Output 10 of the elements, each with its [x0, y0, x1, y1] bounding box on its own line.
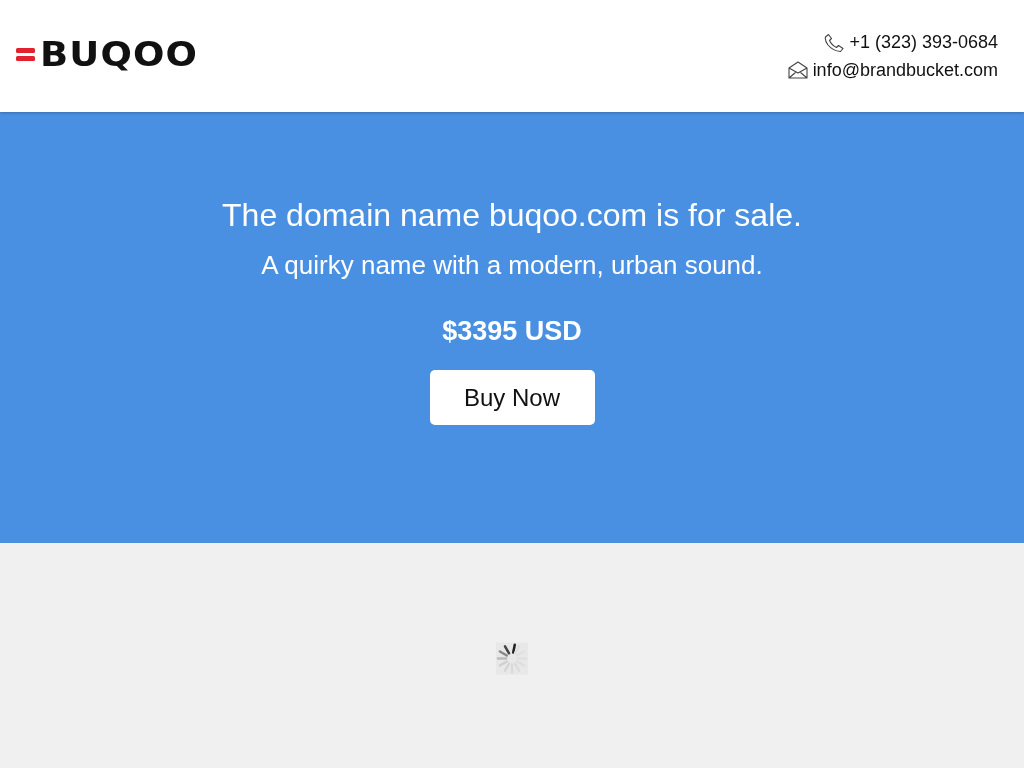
hero-title: The domain name buqoo.com is for sale.: [222, 196, 802, 235]
price-text: $3395 USD: [442, 315, 582, 348]
phone-number: +1 (323) 393-0684: [849, 30, 998, 53]
envelope-icon: [787, 61, 808, 79]
buy-now-button[interactable]: Buy Now: [429, 370, 595, 425]
phone-icon: [824, 33, 846, 53]
hero-tagline: A quirky name with a modern, urban sound.: [261, 249, 763, 281]
email-link[interactable]: info@brandbucket.com: [812, 59, 998, 81]
logo-bars-icon: [16, 47, 35, 61]
logo-wordmark: BUQOO: [40, 37, 199, 71]
